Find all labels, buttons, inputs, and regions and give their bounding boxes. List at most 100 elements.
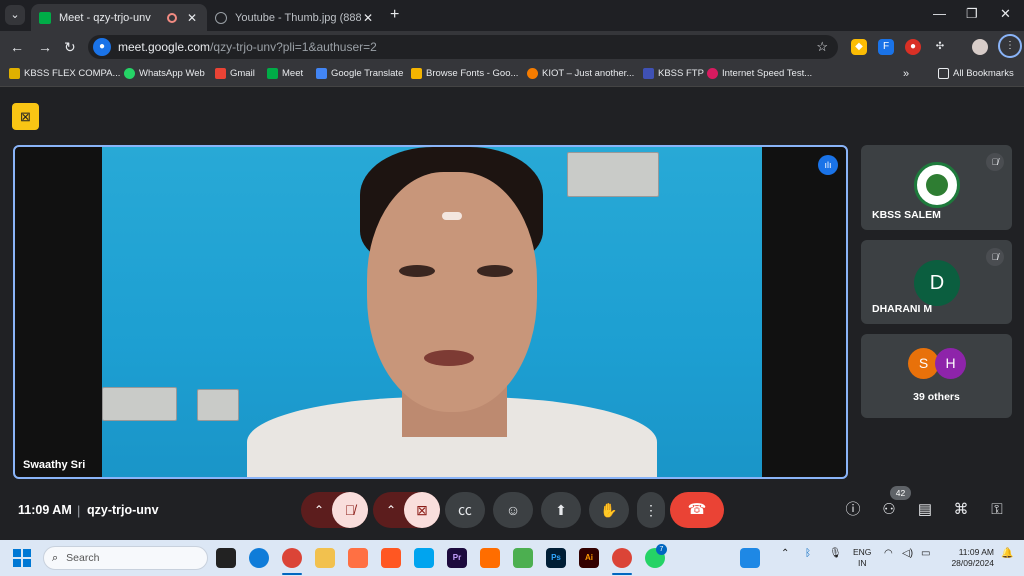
volume-icon[interactable]: ◁) xyxy=(902,548,913,559)
mic-options-chevron-icon[interactable]: ⌃ xyxy=(305,492,333,528)
leave-call-button[interactable]: ☎ xyxy=(670,492,724,528)
taskbar-search[interactable]: ⌕ Search xyxy=(43,546,208,570)
bookmark-item[interactable]: Google Translate xyxy=(316,68,403,79)
host-controls-icon[interactable]: ⚿ xyxy=(987,500,1007,520)
speaker-video xyxy=(102,147,762,477)
tab-close-icon[interactable]: ✕ xyxy=(185,11,199,25)
close-window-button[interactable]: ✕ xyxy=(1000,6,1011,22)
mic-muted-icon: 🎙̸ xyxy=(986,248,1004,266)
widget-icon[interactable] xyxy=(740,548,760,568)
more-options-button[interactable]: ⋮ xyxy=(637,492,665,528)
file-explorer-icon[interactable] xyxy=(315,548,335,568)
tab-youtube[interactable]: Youtube - Thumb.jpg (8889×5( ✕ xyxy=(207,4,383,31)
person-eye xyxy=(477,265,513,277)
captions-button[interactable]: ㏄ xyxy=(445,492,485,528)
photoshop-icon[interactable]: Ps xyxy=(546,548,566,568)
meeting-info-icon[interactable]: ⓘ xyxy=(843,500,863,520)
reload-icon[interactable]: ↻ xyxy=(64,39,76,56)
bookmark-item[interactable]: Meet xyxy=(267,68,303,79)
person-tilak xyxy=(442,212,462,220)
meeting-code: qzy-trjo-unv xyxy=(87,503,159,517)
activities-icon[interactable]: ⌘ xyxy=(951,500,971,520)
forward-icon[interactable]: → xyxy=(38,39,52,55)
folder-icon xyxy=(938,68,949,79)
chat-icon[interactable]: ▤ xyxy=(915,500,935,520)
profile-avatar-icon[interactable] xyxy=(972,39,988,55)
app-icon[interactable] xyxy=(414,548,434,568)
participant-tile-kbss-salem[interactable]: 🎙̸ KBSS SALEM xyxy=(861,145,1012,230)
task-view-icon[interactable] xyxy=(216,548,236,568)
bookmark-item[interactable]: Browse Fonts - Goo... xyxy=(411,68,518,79)
meeting-time: 11:09 AM xyxy=(18,503,72,517)
bookmark-item[interactable]: KIOT – Just another... xyxy=(527,68,634,79)
bookmark-item[interactable]: Internet Speed Test... xyxy=(707,68,812,79)
tab-meet[interactable]: Meet - qzy-trjo-unv ✕ xyxy=(31,4,207,31)
speaking-indicator-icon: ılı xyxy=(818,155,838,175)
extension-icon[interactable]: ● xyxy=(905,39,921,55)
extension-icon[interactable]: ◆ xyxy=(851,39,867,55)
bookmark-item[interactable]: WhatsApp Web xyxy=(124,68,205,79)
bookmarks-overflow-icon[interactable]: » xyxy=(903,68,909,80)
app-icon[interactable] xyxy=(480,548,500,568)
people-icon[interactable]: ⚇ xyxy=(879,500,899,520)
minimize-button[interactable]: — xyxy=(933,6,946,21)
camera-options-chevron-icon[interactable]: ⌃ xyxy=(377,492,405,528)
lang-line1: ENG xyxy=(853,547,872,557)
chrome-icon[interactable] xyxy=(612,548,632,568)
others-avatar-h: H xyxy=(935,348,966,379)
windows-start-icon[interactable] xyxy=(13,549,31,567)
url-host: meet.google.com xyxy=(118,40,211,54)
others-tile[interactable]: S H 39 others xyxy=(861,334,1012,418)
all-bookmarks[interactable]: All Bookmarks xyxy=(938,68,1014,79)
meet-icon xyxy=(267,68,278,79)
extensions-puzzle-icon[interactable]: ✣ xyxy=(932,39,948,55)
app-icon[interactable] xyxy=(381,548,401,568)
tab-search-button[interactable]: ⌄ xyxy=(5,5,25,25)
camera-off-chip-icon[interactable]: ⊠ xyxy=(12,103,39,130)
url-path: /qzy-trjo-unv?pli=1&authuser=2 xyxy=(210,40,377,54)
edge-icon[interactable] xyxy=(249,548,269,568)
wall-switchboard xyxy=(102,387,177,421)
camera-control-group: ⌃ ⊠ xyxy=(373,492,440,528)
camera-off-button[interactable]: ⊠ xyxy=(404,492,440,528)
person-face xyxy=(367,172,537,412)
participant-tile-dharani[interactable]: D 🎙̸ DHARANI M xyxy=(861,240,1012,324)
extension-icon[interactable]: F xyxy=(878,39,894,55)
browser-toolbar: ← → ↻ ● meet.google.com/qzy-trjo-unv?pli… xyxy=(0,31,1024,63)
tab-close-icon[interactable]: ✕ xyxy=(361,11,375,25)
wall-switchboard xyxy=(197,389,239,421)
chrome-icon[interactable] xyxy=(282,548,302,568)
app-icon[interactable] xyxy=(513,548,533,568)
main-speaker-tile[interactable]: Swaathy Sri ılı xyxy=(13,145,848,479)
taskbar-clock[interactable]: 11:09 AM 28/09/2024 xyxy=(944,547,994,569)
bookmark-star-icon[interactable]: ☆ xyxy=(816,39,828,55)
address-bar[interactable]: ● meet.google.com/qzy-trjo-unv?pli=1&aut… xyxy=(88,35,838,59)
wifi-icon[interactable]: ◠ xyxy=(884,548,893,559)
menu-kebab-icon[interactable]: ⋮ xyxy=(998,34,1022,58)
microphone-icon[interactable]: 🎙 xyxy=(829,548,842,559)
bookmark-item[interactable]: KBSS FTP xyxy=(643,68,704,79)
chrome-active-indicator xyxy=(282,573,302,575)
bookmark-item[interactable]: KBSS FLEX COMPA... xyxy=(9,68,120,79)
logo-emblem xyxy=(926,174,948,196)
new-tab-button[interactable]: + xyxy=(390,6,399,24)
language-indicator[interactable]: ENG IN xyxy=(853,547,871,569)
app-icon[interactable] xyxy=(348,548,368,568)
mic-off-button[interactable]: 🎙̸ xyxy=(332,492,368,528)
bookmark-item[interactable]: Gmail xyxy=(215,68,255,79)
participant-count-badge: 42 xyxy=(890,486,911,500)
emoji-reaction-button[interactable]: ☺ xyxy=(493,492,533,528)
bluetooth-icon[interactable]: ᛒ xyxy=(805,548,811,559)
others-count-label: 39 others xyxy=(913,391,960,403)
back-icon[interactable]: ← xyxy=(10,39,24,55)
present-screen-button[interactable]: ⬆ xyxy=(541,492,581,528)
restore-button[interactable]: ❐ xyxy=(966,6,978,22)
notification-bell-icon[interactable]: 🔔 xyxy=(1001,548,1013,559)
raise-hand-button[interactable]: ✋ xyxy=(589,492,629,528)
wall-switchboard xyxy=(567,152,659,197)
tray-chevron-icon[interactable]: ⌃ xyxy=(781,548,789,559)
ftp-icon xyxy=(643,68,654,79)
battery-icon[interactable]: ▭ xyxy=(921,548,930,559)
illustrator-icon[interactable]: Ai xyxy=(579,548,599,568)
premiere-icon[interactable]: Pr xyxy=(447,548,467,568)
